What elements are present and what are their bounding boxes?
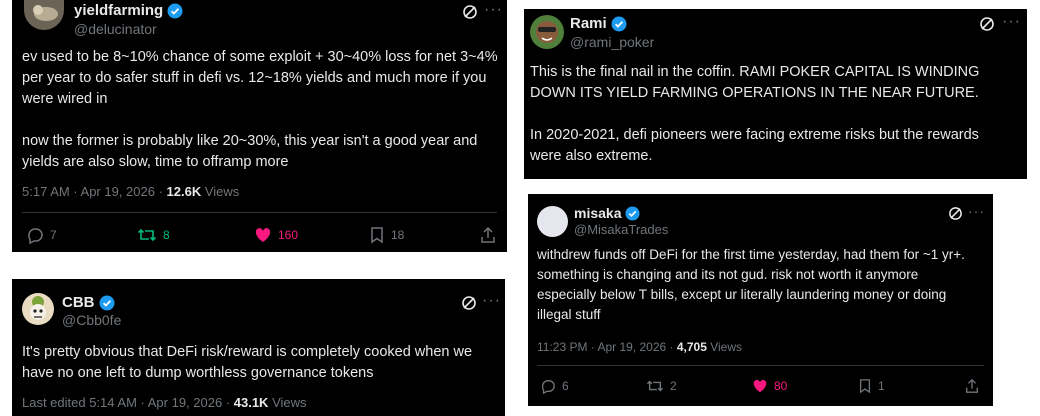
like-button[interactable]: 160: [254, 226, 298, 244]
divider: [537, 365, 984, 366]
author-handle[interactable]: @delucinator: [74, 21, 157, 37]
like-button[interactable]: 80: [752, 378, 787, 394]
author-name[interactable]: yieldfarming: [74, 2, 183, 19]
more-options-icon[interactable]: ···: [482, 293, 501, 309]
bookmark-icon: [369, 226, 385, 244]
retweet-icon: [137, 226, 157, 244]
views-label: Views: [706, 340, 743, 354]
grok-icon[interactable]: [979, 16, 995, 32]
views-count: 43.1K: [233, 395, 269, 410]
share-icon: [964, 378, 980, 394]
tweet-paragraph: This is the final nail in the coffin. RA…: [530, 64, 980, 101]
grok-icon[interactable]: [461, 295, 477, 311]
avatar[interactable]: [24, 0, 64, 30]
reply-icon: [26, 226, 44, 244]
author-handle[interactable]: @MisakaTrades: [574, 222, 668, 237]
more-options-icon[interactable]: ···: [484, 2, 503, 18]
like-count: 160: [278, 228, 299, 242]
reply-button[interactable]: 7: [26, 226, 57, 244]
views-label: Views: [201, 184, 240, 199]
timestamp-text: 11:23 PM · Apr 19, 2026 ·: [537, 340, 677, 354]
retweet-count: 2: [670, 379, 677, 393]
tweet-card-cbb: CBB @Cbb0fe ··· It's pretty obvious that…: [12, 279, 505, 416]
tweet-card-yieldfarming: yieldfarming @delucinator ··· ev used to…: [12, 0, 507, 252]
heart-icon: [752, 378, 768, 394]
views-label: Views: [268, 395, 307, 410]
views-count: 4,705: [676, 340, 707, 354]
timestamp-text: Last edited 5:14 AM · Apr 19, 2026 ·: [22, 395, 234, 410]
retweet-count: 8: [163, 228, 170, 242]
author-name[interactable]: CBB: [62, 294, 115, 311]
share-button[interactable]: [479, 226, 497, 244]
author-name[interactable]: misaka: [574, 205, 641, 221]
tweet-card-rami: Rami @rami_poker ··· This is the final n…: [524, 9, 1027, 179]
like-count: 80: [774, 379, 788, 393]
bookmark-button[interactable]: 1: [858, 378, 885, 394]
tweet-text: This is the final nail in the coffin. RA…: [530, 62, 990, 167]
reply-icon: [540, 378, 556, 394]
tweet-paragraph: It's pretty obvious that DeFi risk/rewar…: [22, 344, 473, 381]
share-button[interactable]: [964, 378, 980, 394]
share-icon: [479, 226, 497, 244]
timestamp-text: 5:17 AM · Apr 19, 2026 ·: [22, 184, 167, 199]
grok-icon[interactable]: [948, 206, 963, 221]
heart-icon: [254, 226, 272, 244]
bookmark-count: 1: [878, 379, 885, 393]
tweet-paragraph: withdrew funds off DeFi for the first ti…: [537, 247, 965, 322]
avatar[interactable]: [22, 293, 54, 325]
verified-badge-icon: [611, 16, 627, 32]
avatar[interactable]: [537, 206, 568, 237]
tweet-timestamp[interactable]: 11:23 PM · Apr 19, 2026 · 4,705 Views: [537, 340, 742, 354]
retweet-button[interactable]: 2: [646, 378, 677, 394]
retweet-icon: [646, 378, 664, 394]
reply-count: 6: [562, 379, 569, 393]
bookmark-button[interactable]: 18: [369, 226, 404, 244]
author-name-text: CBB: [62, 294, 95, 311]
author-name-text: misaka: [574, 205, 622, 221]
verified-badge-icon: [167, 3, 183, 19]
verified-badge-icon: [99, 295, 115, 311]
bookmark-count: 18: [391, 228, 405, 242]
retweet-button[interactable]: 8: [137, 226, 170, 244]
tweet-card-misaka: misaka @MisakaTrades ··· withdrew funds …: [528, 194, 993, 406]
tweet-paragraph: now the former is probably like 20~30%, …: [22, 133, 478, 170]
tweet-timestamp[interactable]: 5:17 AM · Apr 19, 2026 · 12.6K Views: [22, 184, 239, 199]
author-handle[interactable]: @Cbb0fe: [62, 312, 121, 328]
reply-button[interactable]: 6: [540, 378, 569, 394]
views-count: 12.6K: [166, 184, 202, 199]
verified-badge-icon: [625, 205, 641, 221]
grok-icon[interactable]: [462, 4, 478, 20]
author-name-text: yieldfarming: [74, 2, 164, 19]
tweet-paragraph: In 2020-2021, defi pioneers were facing …: [530, 127, 979, 164]
author-name-text: Rami: [570, 15, 607, 32]
divider: [22, 212, 497, 213]
author-handle[interactable]: @rami_poker: [570, 34, 654, 50]
tweet-text: ev used to be 8~10% chance of some explo…: [22, 47, 500, 173]
tweet-timestamp[interactable]: Last edited 5:14 AM · Apr 19, 2026 · 43.…: [22, 395, 307, 410]
tweet-text: withdrew funds off DeFi for the first ti…: [537, 245, 977, 325]
author-name[interactable]: Rami: [570, 15, 627, 32]
more-options-icon[interactable]: ···: [968, 204, 985, 218]
avatar[interactable]: [530, 15, 564, 49]
more-options-icon[interactable]: ···: [1002, 14, 1021, 30]
tweet-text: It's pretty obvious that DeFi risk/rewar…: [22, 342, 492, 384]
reply-count: 7: [50, 228, 57, 242]
bookmark-icon: [858, 378, 872, 394]
tweet-paragraph: ev used to be 8~10% chance of some explo…: [22, 49, 498, 107]
